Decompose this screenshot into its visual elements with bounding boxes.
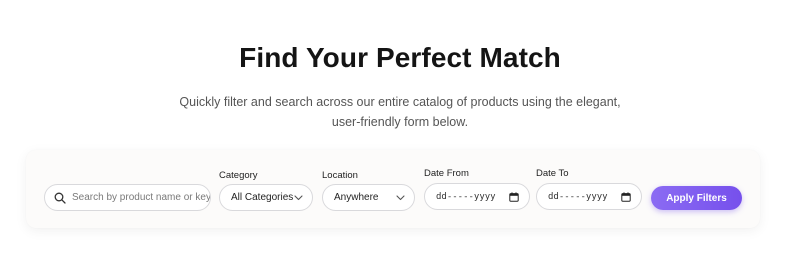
search-icon <box>54 192 66 204</box>
category-select[interactable]: All Categories <box>219 184 313 211</box>
date-to-value: dd-----yyyy <box>548 191 608 202</box>
category-selected-value: All Categories <box>231 192 294 203</box>
location-select[interactable]: Anywhere <box>322 184 415 211</box>
location-selected-value: Anywhere <box>334 192 379 203</box>
calendar-icon[interactable] <box>509 191 519 202</box>
category-label: Category <box>219 170 258 181</box>
date-to-label: Date To <box>536 168 569 179</box>
date-from-label: Date From <box>424 168 469 179</box>
page-subtitle: Quickly filter and search across our ent… <box>179 95 621 129</box>
search-field[interactable] <box>44 184 211 211</box>
date-from-value: dd-----yyyy <box>436 191 496 202</box>
apply-filters-button[interactable]: Apply Filters <box>651 186 742 210</box>
calendar-icon[interactable] <box>621 191 631 202</box>
location-label: Location <box>322 170 358 181</box>
chevron-down-icon <box>294 194 303 200</box>
date-to-input[interactable]: dd-----yyyy <box>536 183 642 210</box>
page-title: Find Your Perfect Match <box>239 42 561 73</box>
chevron-down-icon <box>396 194 405 200</box>
page: Find Your Perfect Match Quickly filter a… <box>0 0 800 272</box>
date-from-input[interactable]: dd-----yyyy <box>424 183 530 210</box>
search-input[interactable] <box>72 192 210 203</box>
